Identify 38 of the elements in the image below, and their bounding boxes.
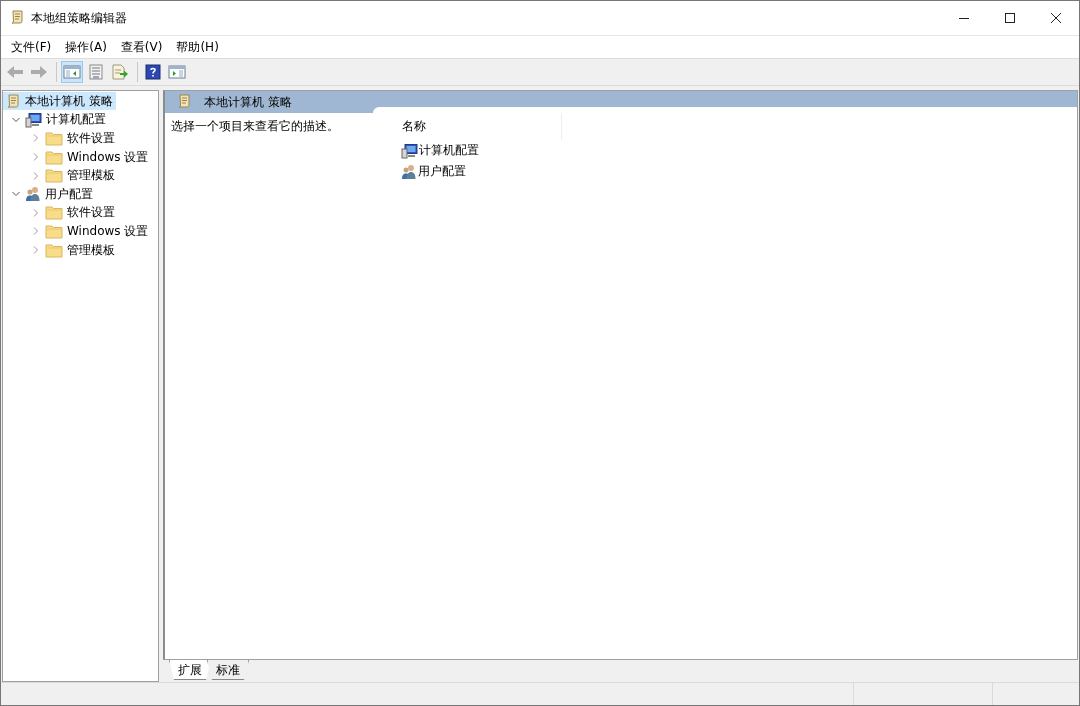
tree-item[interactable]: 用户配置 — [23, 185, 96, 204]
window-title: 本地组策略编辑器 — [31, 9, 127, 27]
close-icon — [1051, 13, 1061, 23]
tree-item[interactable]: 计算机配置 — [23, 110, 109, 129]
menu-item[interactable]: 操作(A) — [58, 36, 114, 58]
tree-item[interactable]: 管理模板 — [43, 166, 118, 185]
tree-item[interactable]: Windows 设置 — [43, 148, 152, 167]
tree-item[interactable]: 本地计算机 策略 — [3, 92, 116, 111]
column-header[interactable]: 名称 — [381, 118, 561, 141]
list-item[interactable]: 用户配置 — [381, 161, 562, 182]
list-item[interactable]: 计算机配置 — [381, 140, 562, 161]
folder-icon — [45, 205, 63, 221]
scroll-icon — [5, 93, 21, 110]
help-icon[interactable] — [142, 61, 164, 83]
computer-icon — [25, 111, 42, 128]
description-text: 选择一个项目来查看它的描述。 — [170, 118, 340, 135]
folder-icon — [45, 131, 63, 146]
maximize-icon — [1005, 13, 1015, 23]
tree-pane-icon[interactable] — [61, 61, 83, 83]
computer-icon — [401, 142, 418, 159]
tree-item[interactable]: 管理模板 — [43, 241, 118, 260]
view-tab[interactable]: 标准 — [207, 660, 249, 680]
app-icon — [9, 8, 25, 25]
folder-icon — [45, 168, 63, 184]
menu-item[interactable]: 查看(V) — [113, 36, 170, 58]
folder-icon — [45, 149, 63, 165]
folder-icon — [45, 223, 63, 239]
users-icon — [25, 186, 41, 203]
pane-title: 本地计算机 策略 — [204, 93, 292, 111]
menu-item[interactable]: 文件(F) — [4, 36, 59, 58]
tree-item[interactable]: Windows 设置 — [43, 222, 152, 241]
scroll-icon — [176, 92, 192, 109]
tree-item[interactable]: 软件设置 — [43, 129, 118, 148]
tree-item[interactable]: 软件设置 — [43, 203, 118, 222]
menu-item[interactable]: 帮助(H) — [169, 36, 226, 58]
folder-icon — [45, 242, 63, 258]
users-icon — [401, 163, 417, 180]
view-tab[interactable]: 扩展 — [169, 660, 211, 680]
